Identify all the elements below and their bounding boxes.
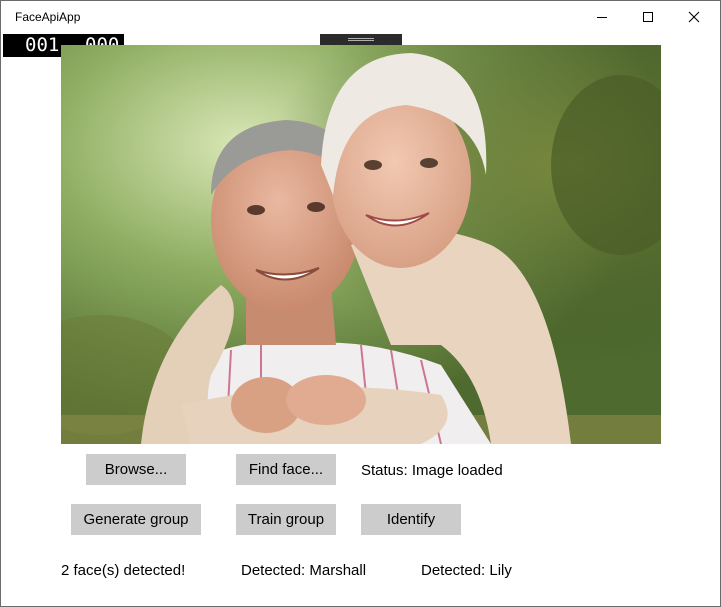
identify-button[interactable]: Identify: [361, 504, 461, 535]
faces-detected-text: 2 face(s) detected!: [61, 562, 186, 579]
photo-image: [61, 45, 661, 444]
loaded-photo: [61, 45, 661, 444]
status-text: Status: Image loaded: [361, 462, 503, 479]
close-button[interactable]: [671, 1, 717, 33]
minimize-button[interactable]: [579, 1, 625, 33]
find-face-button[interactable]: Find face...: [236, 454, 336, 485]
detected-person-2: Detected: Lily: [421, 562, 512, 579]
detected-person-1: Detected: Marshall: [241, 562, 367, 579]
minimize-icon: [597, 17, 607, 18]
window-title: FaceApiApp: [15, 10, 81, 24]
maximize-icon: [643, 12, 653, 22]
close-icon: [688, 11, 700, 23]
frame-counter-left: 001: [25, 34, 60, 56]
debug-toolbar-handle[interactable]: [320, 34, 402, 45]
browse-button[interactable]: Browse...: [86, 454, 186, 485]
title-bar[interactable]: FaceApiApp: [1, 1, 720, 34]
maximize-button[interactable]: [625, 1, 671, 33]
generate-group-button[interactable]: Generate group: [71, 504, 201, 535]
app-window: FaceApiApp 001 000: [0, 0, 721, 607]
train-group-button[interactable]: Train group: [236, 504, 336, 535]
